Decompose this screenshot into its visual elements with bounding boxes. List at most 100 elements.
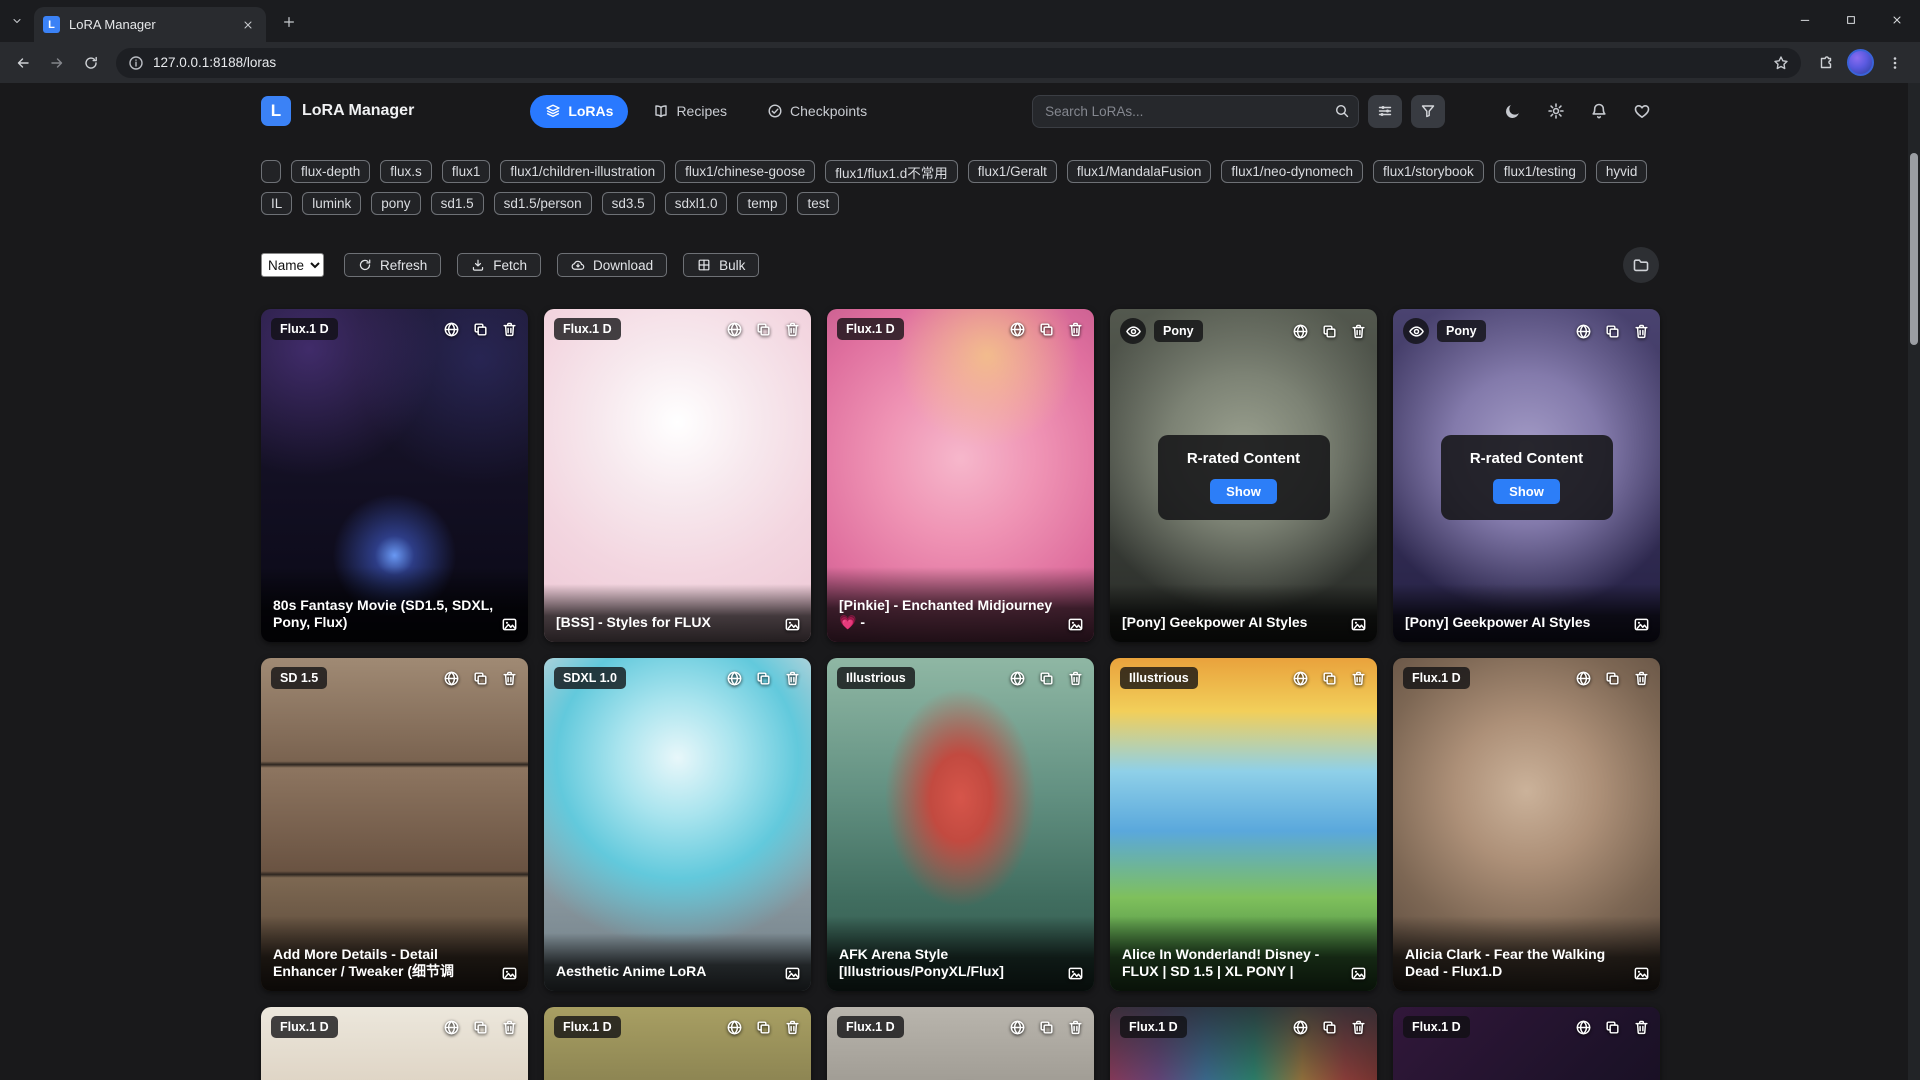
maximize-button[interactable] (1828, 0, 1874, 40)
lora-card[interactable]: SDXL 1.0 Aesthetic Anime LoRA (544, 658, 811, 991)
trash-icon[interactable] (784, 670, 801, 687)
minimize-button[interactable] (1782, 0, 1828, 40)
globe-icon[interactable] (443, 321, 460, 338)
trash-icon[interactable] (1633, 323, 1650, 340)
folder-tag[interactable]: flux1 (442, 160, 491, 183)
search-icon[interactable] (1334, 103, 1350, 119)
browser-tab[interactable]: L LoRA Manager (34, 7, 266, 42)
folder-tag[interactable]: temp (737, 192, 787, 215)
search-input[interactable] (1032, 95, 1359, 128)
trash-icon[interactable] (501, 321, 518, 338)
globe-icon[interactable] (1009, 1019, 1026, 1036)
browser-menu-button[interactable] (1878, 46, 1912, 80)
copy-icon[interactable] (472, 321, 489, 338)
copy-icon[interactable] (1038, 670, 1055, 687)
address-bar[interactable]: 127.0.0.1:8188/loras (116, 48, 1801, 78)
nav-tab-loras[interactable]: LoRAs (530, 95, 628, 128)
lora-card[interactable]: Flux.1 D [BSS] - Styles for FLUX (544, 309, 811, 642)
notifications-button[interactable] (1582, 94, 1616, 128)
trash-icon[interactable] (501, 670, 518, 687)
globe-icon[interactable] (726, 670, 743, 687)
folder-tag[interactable]: flux1/flux1.d不常用 (825, 160, 958, 183)
copy-icon[interactable] (1604, 323, 1621, 340)
trash-icon[interactable] (1350, 1019, 1367, 1036)
globe-icon[interactable] (1292, 1019, 1309, 1036)
copy-icon[interactable] (1604, 1019, 1621, 1036)
lora-card[interactable]: Flux.1 D [Pinkie] - Enchanted Midjourney… (827, 309, 1094, 642)
copy-icon[interactable] (1038, 1019, 1055, 1036)
copy-icon[interactable] (472, 1019, 489, 1036)
folder-tag[interactable]: flux.s (380, 160, 432, 183)
favorites-button[interactable] (1625, 94, 1659, 128)
folder-tag[interactable]: sd3.5 (602, 192, 655, 215)
photo-icon[interactable] (1350, 616, 1367, 633)
nav-tab-checkpoints[interactable]: Checkpoints (752, 95, 882, 128)
settings-button[interactable] (1539, 94, 1573, 128)
trash-icon[interactable] (1067, 321, 1084, 338)
folder-tag[interactable]: flux1/Geralt (968, 160, 1057, 183)
photo-icon[interactable] (1350, 965, 1367, 982)
lora-card[interactable]: Illustrious AFK Arena Style [Illustrious… (827, 658, 1094, 991)
lora-card[interactable]: Illustrious Alice In Wonderland! Disney … (1110, 658, 1377, 991)
folder-tag[interactable] (261, 160, 281, 183)
lora-card[interactable]: Flux.1 D 80s Fantasy Movie (SD1.5, SDXL,… (261, 309, 528, 642)
lora-card[interactable]: Flux.1 D (261, 1007, 528, 1080)
trash-icon[interactable] (1633, 670, 1650, 687)
trash-icon[interactable] (1633, 1019, 1650, 1036)
copy-icon[interactable] (755, 1019, 772, 1036)
globe-icon[interactable] (1009, 670, 1026, 687)
sort-options-button[interactable] (1368, 95, 1402, 128)
trash-icon[interactable] (784, 321, 801, 338)
scrollbar-thumb[interactable] (1910, 153, 1918, 345)
folder-view-button[interactable] (1623, 247, 1659, 283)
copy-icon[interactable] (1321, 670, 1338, 687)
folder-tag[interactable]: flux1/storybook (1373, 160, 1484, 183)
lora-card[interactable]: SD 1.5 Add More Details - Detail Enhance… (261, 658, 528, 991)
copy-icon[interactable] (472, 670, 489, 687)
extensions-button[interactable] (1809, 46, 1843, 80)
folder-tag[interactable]: test (797, 192, 839, 215)
globe-icon[interactable] (726, 321, 743, 338)
photo-icon[interactable] (1633, 616, 1650, 633)
folder-tag[interactable]: hyvid (1596, 160, 1648, 183)
filter-button[interactable] (1411, 95, 1445, 128)
show-content-button[interactable]: Show (1493, 479, 1560, 504)
new-tab-button[interactable] (274, 7, 304, 37)
copy-icon[interactable] (755, 321, 772, 338)
photo-icon[interactable] (784, 616, 801, 633)
forward-button[interactable] (40, 46, 74, 80)
site-info-icon[interactable] (128, 55, 144, 71)
folder-tag[interactable]: flux1/testing (1494, 160, 1586, 183)
profile-avatar[interactable] (1847, 49, 1874, 76)
lora-card[interactable]: Flux.1 D (544, 1007, 811, 1080)
lora-card[interactable]: Flux.1 D (1110, 1007, 1377, 1080)
theme-toggle-button[interactable] (1496, 94, 1530, 128)
trash-icon[interactable] (1067, 670, 1084, 687)
folder-tag[interactable]: flux1/children-illustration (500, 160, 665, 183)
folder-tag[interactable]: sdxl1.0 (665, 192, 728, 215)
lora-card[interactable]: Pony R-rated Content Show [Pony] Geekpow… (1393, 309, 1660, 642)
globe-icon[interactable] (1575, 1019, 1592, 1036)
copy-icon[interactable] (1321, 323, 1338, 340)
bookmark-button[interactable] (1773, 55, 1789, 71)
globe-icon[interactable] (1292, 670, 1309, 687)
folder-tag[interactable]: flux1/MandalaFusion (1067, 160, 1212, 183)
globe-icon[interactable] (726, 1019, 743, 1036)
folder-tag[interactable]: flux1/chinese-goose (675, 160, 815, 183)
globe-icon[interactable] (1575, 670, 1592, 687)
copy-icon[interactable] (1321, 1019, 1338, 1036)
trash-icon[interactable] (784, 1019, 801, 1036)
photo-icon[interactable] (1633, 965, 1650, 982)
trash-icon[interactable] (1350, 670, 1367, 687)
close-window-button[interactable] (1874, 0, 1920, 40)
trash-icon[interactable] (1350, 323, 1367, 340)
copy-icon[interactable] (1604, 670, 1621, 687)
fetch-button[interactable]: Fetch (457, 253, 541, 277)
scrollbar-track[interactable] (1908, 83, 1920, 1080)
globe-icon[interactable] (443, 670, 460, 687)
photo-icon[interactable] (501, 965, 518, 982)
globe-icon[interactable] (1009, 321, 1026, 338)
globe-icon[interactable] (1292, 323, 1309, 340)
lora-card[interactable]: Flux.1 D (827, 1007, 1094, 1080)
nsfw-visibility-toggle[interactable] (1120, 318, 1146, 344)
